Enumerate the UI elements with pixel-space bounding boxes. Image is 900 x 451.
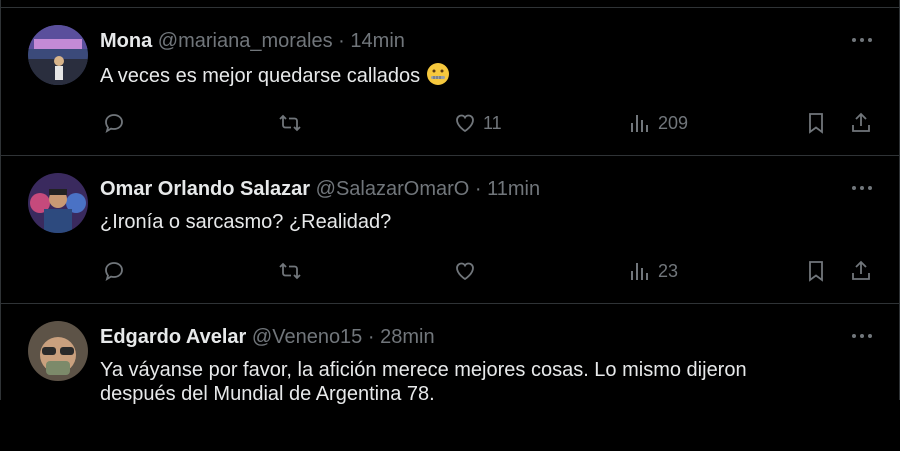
bookmark-button[interactable] — [804, 257, 828, 285]
views-chart-icon — [628, 259, 652, 283]
bookmark-button[interactable] — [804, 109, 828, 137]
heart-icon — [453, 111, 477, 135]
separator-dot: · — [474, 178, 482, 200]
avatar[interactable] — [28, 173, 88, 233]
reply-icon — [102, 259, 126, 283]
views-count: 23 — [658, 260, 679, 281]
reply-icon — [102, 111, 126, 135]
views-count: 209 — [658, 112, 689, 133]
display-name[interactable]: Edgardo Avelar — [100, 326, 246, 348]
retweet-icon — [277, 111, 303, 135]
like-count: 11 — [483, 112, 502, 133]
views-button[interactable]: 209 — [628, 109, 688, 137]
share-button[interactable] — [849, 257, 873, 285]
separator-dot: · — [367, 326, 375, 348]
like-button[interactable] — [453, 257, 477, 285]
retweet-button[interactable] — [277, 257, 303, 285]
avatar[interactable] — [28, 25, 88, 85]
user-handle[interactable]: @mariana_morales — [158, 30, 333, 52]
tweet[interactable]: Omar Orlando Salazar @SalazarOmarO · 11m… — [1, 156, 899, 303]
heart-icon — [453, 259, 477, 283]
tweet-text-content: A veces es mejor quedarse callados — [100, 65, 421, 87]
timestamp[interactable]: 28min — [380, 326, 434, 348]
bookmark-icon — [804, 111, 828, 135]
tweet[interactable]: Edgardo Avelar @Veneno15 · 28min Ya váya… — [1, 304, 899, 451]
more-options-icon[interactable] — [848, 326, 878, 351]
tweet-text-line: Ya váyanse por favor, la afición merece … — [100, 359, 747, 381]
tweet-text-content: ¿Ironía o sarcasmo? ¿Realidad? — [100, 211, 392, 233]
more-options-icon[interactable] — [848, 178, 878, 203]
display-name[interactable]: Omar Orlando Salazar — [100, 178, 310, 200]
retweet-icon — [277, 259, 303, 283]
display-name[interactable]: Mona — [100, 30, 152, 52]
tweet-actions: 23 — [1, 257, 899, 285]
views-chart-icon — [628, 111, 652, 135]
more-options-icon[interactable] — [848, 30, 878, 55]
views-button[interactable]: 23 — [628, 257, 678, 285]
tweet-header: Omar Orlando Salazar @SalazarOmarO · 11m… — [100, 177, 540, 201]
user-handle[interactable]: @Veneno15 — [252, 326, 362, 348]
like-button[interactable]: 11 — [453, 109, 502, 137]
timestamp[interactable]: 11min — [487, 178, 540, 200]
retweet-button[interactable] — [277, 109, 303, 137]
reply-button[interactable] — [102, 257, 126, 285]
tweet-header: Edgardo Avelar @Veneno15 · 28min — [100, 325, 435, 349]
tweet-text: ¿Ironía o sarcasmo? ¿Realidad? — [100, 210, 391, 234]
separator-dot: · — [338, 30, 345, 52]
share-icon — [849, 259, 873, 283]
user-handle[interactable]: @SalazarOmarO — [316, 178, 470, 200]
tweet-text-line: después del Mundial de Argentina 78. — [100, 383, 435, 405]
tweet-actions: 11 209 — [1, 109, 899, 137]
timestamp[interactable]: 14min — [350, 30, 404, 52]
share-button[interactable] — [849, 109, 873, 137]
tweet-header: Mona @mariana_morales · 14min — [100, 29, 405, 53]
timeline: Mona @mariana_morales · 14min A veces es… — [0, 0, 900, 405]
avatar[interactable] — [28, 321, 88, 381]
tweet[interactable]: Mona @mariana_morales · 14min A veces es… — [1, 8, 899, 155]
share-icon — [849, 111, 873, 135]
reply-button[interactable] — [102, 109, 126, 137]
tweet-text: Ya váyanse por favor, la afición merece … — [100, 358, 747, 406]
zipper-mouth-face-icon — [426, 62, 450, 92]
bookmark-icon — [804, 259, 828, 283]
tweet-text: A veces es mejor quedarse callados — [100, 62, 450, 92]
